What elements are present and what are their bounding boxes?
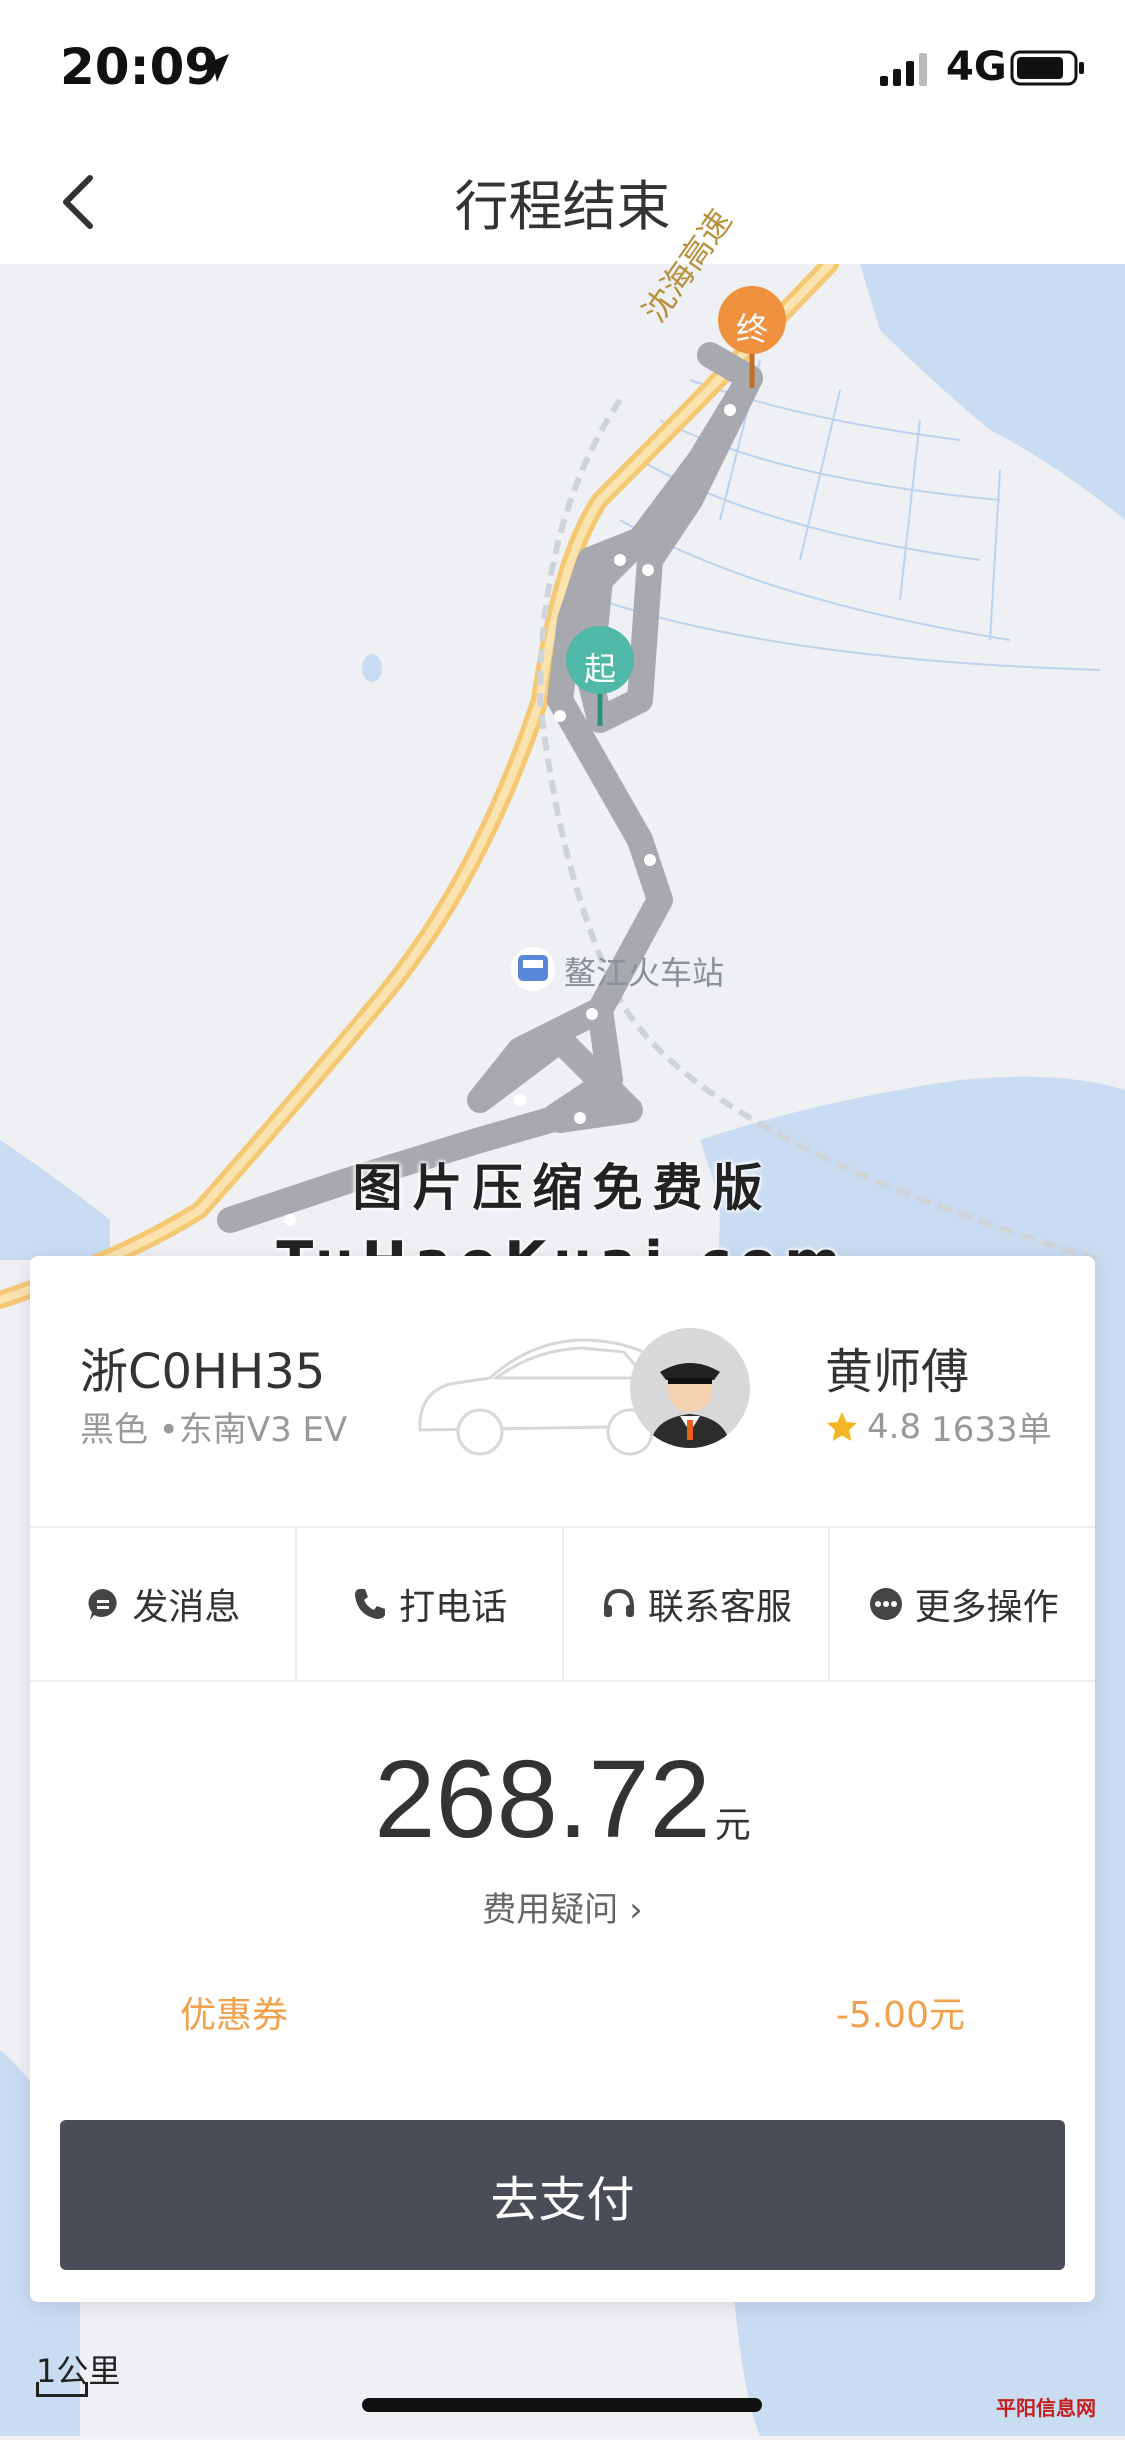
more-icon xyxy=(869,1588,902,1620)
status-time: 20:09 xyxy=(60,38,220,96)
site-logo: 平阳信息网 xyxy=(996,2396,1096,2420)
star-icon xyxy=(827,1411,857,1441)
station-label: 鳌江火车站 xyxy=(564,954,725,992)
signal-icon xyxy=(880,53,927,86)
page-title: 行程结束 xyxy=(454,175,671,238)
call-button[interactable]: 打电话 xyxy=(297,1528,564,1680)
customer-service-label: 联系客服 xyxy=(647,1587,792,1628)
map-scale-bar xyxy=(36,2382,88,2397)
car-info: 黑色 •东南V3 EV xyxy=(80,1410,348,1450)
call-button-label: 打电话 xyxy=(399,1587,508,1628)
start-marker-label: 起 xyxy=(584,650,617,688)
action-bar: 发消息 打电话 联系客服 更多操作 xyxy=(30,1526,1095,1682)
message-button[interactable]: 发消息 xyxy=(30,1528,297,1680)
more-actions-button[interactable]: 更多操作 xyxy=(830,1528,1095,1680)
status-bar: 20:09 4G xyxy=(0,0,1125,132)
headset-icon xyxy=(603,1588,634,1617)
watermark-text: 图片压缩免费版 xyxy=(352,1159,773,1217)
pay-button[interactable]: 去支付 xyxy=(60,2120,1065,2270)
fare-display: 268.72 元 xyxy=(30,1736,1095,1863)
message-icon xyxy=(88,1589,117,1620)
driver-avatar[interactable] xyxy=(630,1328,750,1448)
home-indicator[interactable] xyxy=(362,2398,762,2412)
driver-name: 黄师傅 xyxy=(825,1344,970,1400)
fare-unit: 元 xyxy=(714,1805,751,1846)
network-type: 4G xyxy=(946,44,1007,90)
fare-amount: 268.72 xyxy=(374,1738,711,1861)
coupon-label[interactable]: 优惠券 xyxy=(180,1986,288,2038)
driver-rating: 4.8 1633单 xyxy=(825,1402,1052,1451)
rating-value: 4.8 xyxy=(867,1406,922,1447)
coupon-value[interactable]: -5.00元 xyxy=(836,1986,965,2038)
more-actions-label: 更多操作 xyxy=(914,1587,1059,1628)
trip-summary-card: 浙C0HH35 黑色 •东南V3 EV 黄师傅 4.8 1633单 发消息 打电… xyxy=(30,1256,1095,2302)
nav-bar: 行程结束 xyxy=(0,132,1125,264)
license-plate: 浙C0HH35 xyxy=(80,1344,326,1400)
message-button-label: 发消息 xyxy=(132,1587,241,1628)
end-marker-label: 终 xyxy=(736,310,769,348)
location-arrow-icon xyxy=(201,54,229,82)
phone-icon xyxy=(355,1589,386,1619)
fee-question-link[interactable]: 费用疑问 › xyxy=(30,1882,1095,1931)
order-count: 1633单 xyxy=(931,1410,1052,1450)
customer-service-button[interactable]: 联系客服 xyxy=(564,1528,831,1680)
battery-icon xyxy=(1010,50,1084,86)
